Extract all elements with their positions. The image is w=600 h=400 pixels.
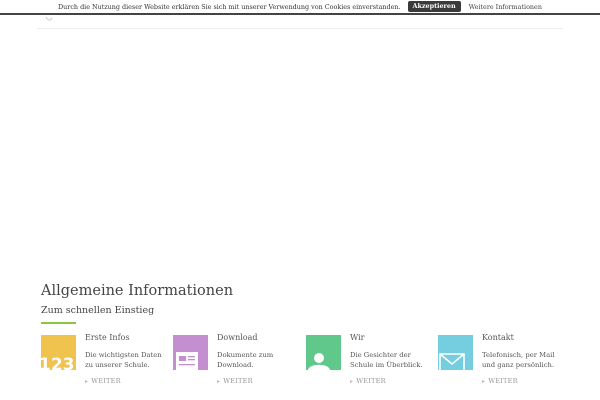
more-information-link[interactable]: Weitere Informationen	[469, 3, 542, 11]
arrow-right-icon: ▸	[350, 378, 354, 385]
section-subtitle: Zum schnellen Einstieg	[41, 305, 155, 316]
tile-more-link[interactable]: ▸ WEITER	[350, 377, 386, 385]
tile-icon-square	[438, 335, 473, 370]
accent-underline	[41, 322, 76, 324]
person-icon	[306, 335, 341, 370]
envelope-icon	[438, 335, 473, 370]
tile-title[interactable]: Kontakt	[482, 333, 514, 342]
accept-cookies-button[interactable]: Akzeptieren	[407, 1, 461, 12]
tile-description: Die Gesichter der Schule im Überblick.	[350, 351, 423, 369]
tile-title[interactable]: Wir	[350, 333, 364, 342]
cookie-notice-bar: Durch die Nutzung dieser Website erkläre…	[0, 0, 600, 15]
arrow-right-icon: ▸	[482, 378, 486, 385]
tile-erste-infos[interactable]: 123 Erste Infos Die wichtigsten Daten zu…	[41, 333, 176, 400]
tile-more-link[interactable]: ▸ WEITER	[85, 377, 121, 385]
tile-icon-square: 123	[41, 335, 76, 370]
document-icon	[173, 335, 208, 370]
tile-description: Dokumente zum Download.	[217, 351, 274, 369]
tile-more-link[interactable]: ▸ WEITER	[482, 377, 518, 385]
arrow-right-icon: ▸	[85, 378, 89, 385]
numbers-123-icon: 123	[41, 335, 76, 370]
arrow-right-icon: ▸	[217, 378, 221, 385]
tile-wir[interactable]: Wir Die Gesichter der Schule im Überblic…	[306, 333, 441, 400]
tile-more-link[interactable]: ▸ WEITER	[217, 377, 253, 385]
tile-title[interactable]: Erste Infos	[85, 333, 129, 342]
tile-description: Die wichtigsten Daten zu unserer Schule.	[85, 351, 162, 369]
svg-text:123: 123	[41, 355, 75, 370]
site-header	[37, 15, 563, 29]
logo-fragment-icon	[45, 16, 53, 21]
tile-title[interactable]: Download	[217, 333, 258, 342]
cookie-notice-message: Durch die Nutzung dieser Website erkläre…	[58, 2, 401, 11]
tile-icon-square	[173, 335, 208, 370]
tile-kontakt[interactable]: Kontakt Telefonisch, per Mail und ganz p…	[438, 333, 573, 400]
section-title: Allgemeine Informationen	[41, 283, 234, 299]
tile-icon-square	[306, 335, 341, 370]
tile-description: Telefonisch, per Mail und ganz persönlic…	[482, 351, 555, 369]
tile-download[interactable]: Download Dokumente zum Download. ▸ WEITER	[173, 333, 308, 400]
